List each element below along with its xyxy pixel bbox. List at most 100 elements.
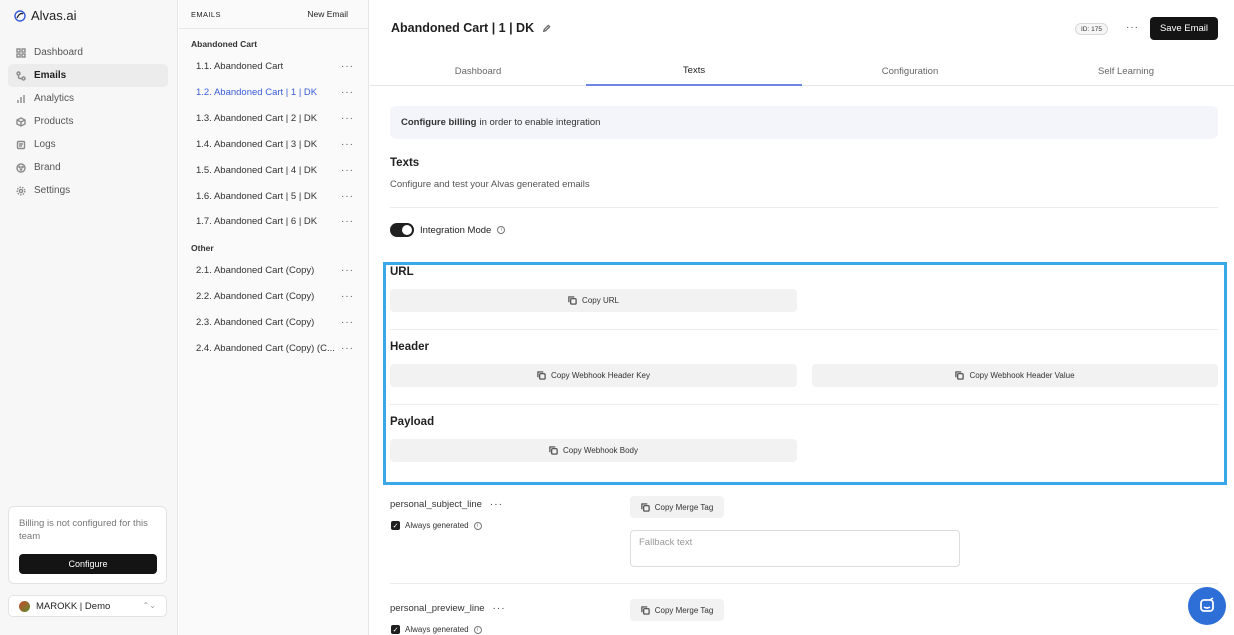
tab-bar: Dashboard Texts Configuration Self Learn… (370, 56, 1234, 86)
palette-icon (16, 162, 26, 173)
section-title: Texts (390, 157, 420, 169)
nav-item-emails[interactable]: Emails (8, 64, 168, 87)
field-more-icon[interactable]: ··· (490, 499, 503, 510)
billing-card: Billing is not configured for this team … (8, 506, 167, 584)
email-list-item[interactable]: 1.1. Abandoned Cart ··· (196, 56, 354, 76)
more-options-icon[interactable]: ··· (1126, 22, 1139, 33)
save-email-button[interactable]: Save Email (1150, 17, 1218, 40)
integration-mode-label: Integration Mode (420, 224, 492, 236)
copy-icon (549, 446, 558, 455)
info-icon[interactable]: i (473, 521, 482, 530)
button-label: Copy Merge Tag (654, 605, 714, 615)
email-item-label: 1.6. Abandoned Cart | 5 | DK (196, 190, 318, 202)
nav-label: Analytics (34, 93, 75, 104)
field-name-row: personal_preview_line ··· (390, 603, 506, 614)
email-group-label: Abandoned Cart (191, 39, 258, 49)
email-item-label: 2.1. Abandoned Cart (Copy) (196, 264, 315, 276)
copy-icon (641, 605, 650, 615)
nav-item-brand[interactable]: Brand (8, 156, 168, 179)
checkbox-label: Always generated (405, 625, 469, 634)
field-name: personal_subject_line (390, 499, 482, 510)
banner-text: in order to enable integration (479, 117, 601, 128)
info-icon[interactable]: i (473, 625, 482, 634)
pencil-icon[interactable] (542, 23, 551, 33)
nav-label: Products (34, 116, 74, 127)
email-item-label: 1.4. Abandoned Cart | 3 | DK (196, 138, 318, 150)
emails-heading: EMAILS (191, 9, 221, 19)
nav-item-products[interactable]: Products (8, 110, 168, 133)
team-avatar (19, 600, 30, 612)
copy-webhook-body-button[interactable]: Copy Webhook Body (390, 439, 797, 462)
more-icon[interactable]: ··· (341, 291, 354, 302)
email-list-item[interactable]: 1.7. Abandoned Cart | 6 | DK ··· (196, 211, 354, 231)
chevron-updown-icon: ⌃⌄ (142, 601, 156, 610)
nav-item-analytics[interactable]: Analytics (8, 87, 168, 110)
integration-mode-row: Integration Mode i (390, 223, 506, 237)
tab-dashboard[interactable]: Dashboard (370, 56, 586, 86)
tab-self-learning[interactable]: Self Learning (1018, 56, 1234, 86)
tab-texts[interactable]: Texts (586, 56, 802, 86)
more-icon[interactable]: ··· (341, 265, 354, 276)
nav-item-dashboard[interactable]: Dashboard (8, 41, 168, 64)
chat-support-button[interactable] (1188, 587, 1226, 625)
always-generated-checkbox[interactable]: ✓ (391, 625, 400, 634)
email-list-item[interactable]: 2.2. Abandoned Cart (Copy) ··· (196, 286, 354, 306)
more-icon[interactable]: ··· (341, 165, 354, 176)
email-list-item-active[interactable]: 1.2. Abandoned Cart | 1 | DK ··· (196, 82, 354, 102)
nav-label: Brand (34, 162, 61, 173)
copy-merge-tag-button[interactable]: Copy Merge Tag (630, 496, 724, 518)
email-list-item[interactable]: 1.4. Abandoned Cart | 3 | DK ··· (196, 134, 354, 154)
billing-banner: Configure billing in order to enable int… (390, 106, 1218, 139)
more-icon[interactable]: ··· (341, 87, 354, 98)
button-label: Copy Webhook Header Value (969, 371, 1075, 380)
grid-icon (16, 47, 26, 58)
email-list-item[interactable]: 2.1. Abandoned Cart (Copy) ··· (196, 260, 354, 280)
bar-chart-icon (17, 94, 25, 103)
more-icon[interactable]: ··· (341, 113, 354, 124)
button-label: Copy Merge Tag (654, 502, 714, 512)
always-generated-checkbox[interactable]: ✓ (391, 521, 400, 530)
email-list-item[interactable]: 1.3. Abandoned Cart | 2 | DK ··· (196, 108, 354, 128)
more-icon[interactable]: ··· (341, 317, 354, 328)
more-icon[interactable]: ··· (341, 139, 354, 150)
banner-link[interactable]: Configure billing (401, 117, 476, 128)
id-badge: ID: 175 (1075, 23, 1108, 35)
integration-mode-toggle[interactable] (390, 223, 414, 237)
email-list-item[interactable]: 2.4. Abandoned Cart (Copy) (C... ··· (196, 338, 354, 358)
flow-icon (16, 70, 26, 81)
tab-configuration[interactable]: Configuration (802, 56, 1018, 86)
email-item-label: 2.4. Abandoned Cart (Copy) (C... (196, 342, 335, 354)
checkbox-label: Always generated (405, 521, 469, 530)
copy-merge-tag-button[interactable]: Copy Merge Tag (630, 599, 724, 621)
configure-billing-button[interactable]: Configure (19, 554, 157, 574)
copy-icon (641, 502, 650, 512)
more-icon[interactable]: ··· (341, 191, 354, 202)
nav-item-logs[interactable]: Logs (8, 133, 168, 156)
app-logo[interactable]: Alvas.ai (14, 8, 77, 23)
fallback-text-input[interactable] (630, 530, 960, 567)
nav-label: Settings (34, 185, 71, 196)
team-name: MAROKK | Demo (36, 600, 111, 612)
email-list-item[interactable]: 2.3. Abandoned Cart (Copy) ··· (196, 312, 354, 332)
box-icon (16, 116, 26, 127)
left-sidebar: Alvas.ai Dashboard Emails Analytics Prod… (0, 0, 178, 635)
copy-webhook-header-value-button[interactable]: Copy Webhook Header Value (812, 364, 1218, 387)
more-icon[interactable]: ··· (341, 343, 354, 354)
copy-webhook-header-key-button[interactable]: Copy Webhook Header Key (390, 364, 797, 387)
team-selector[interactable]: MAROKK | Demo ⌃⌄ (8, 595, 167, 617)
field-more-icon[interactable]: ··· (493, 603, 506, 614)
email-list-item[interactable]: 1.6. Abandoned Cart | 5 | DK ··· (196, 186, 354, 206)
more-icon[interactable]: ··· (341, 61, 354, 72)
billing-message: Billing is not configured for this team (19, 518, 148, 542)
email-list-item[interactable]: 1.5. Abandoned Cart | 4 | DK ··· (196, 160, 354, 180)
more-icon[interactable]: ··· (341, 216, 354, 227)
copy-url-button[interactable]: Copy URL (390, 289, 797, 312)
email-item-label: 2.2. Abandoned Cart (Copy) (196, 290, 315, 302)
copy-icon (537, 371, 546, 380)
button-label: Copy URL (582, 296, 619, 305)
new-email-button[interactable]: New Email (307, 9, 348, 19)
divider (390, 583, 1218, 584)
nav-item-settings[interactable]: Settings (8, 179, 168, 202)
info-icon[interactable]: i (497, 226, 506, 234)
app-name: Alvas.ai (31, 8, 77, 23)
